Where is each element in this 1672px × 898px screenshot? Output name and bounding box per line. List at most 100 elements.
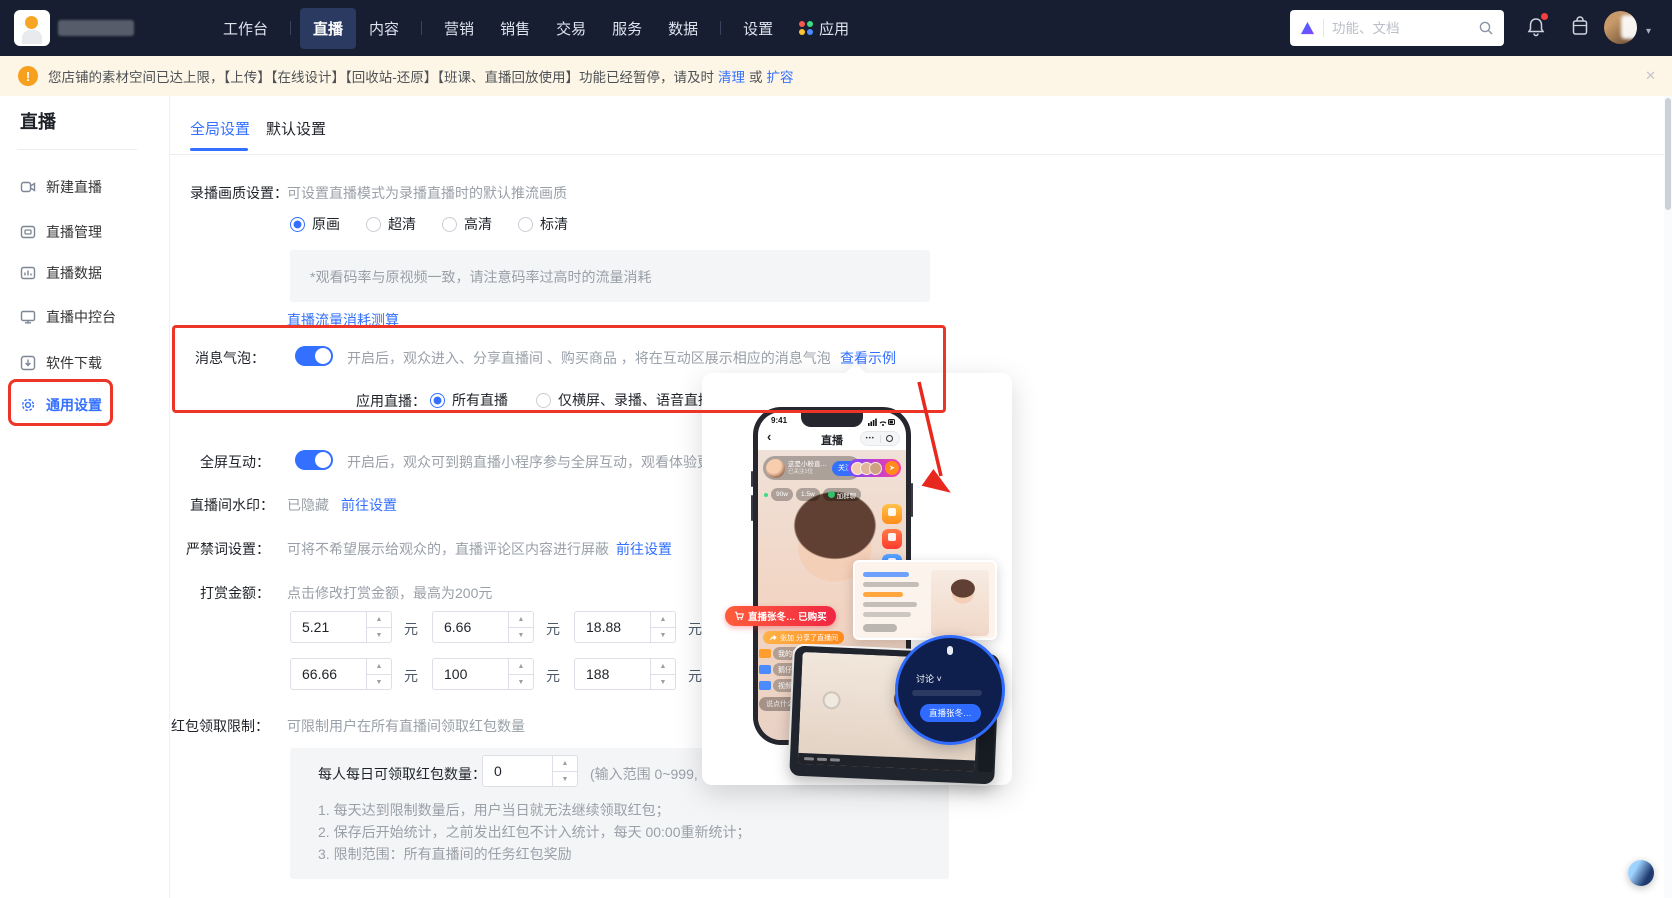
limit-value[interactable] bbox=[483, 756, 551, 786]
step-down-icon[interactable]: ▼ bbox=[367, 674, 391, 689]
scrollbar-track[interactable] bbox=[1664, 96, 1672, 898]
reward-value-1[interactable] bbox=[291, 612, 365, 642]
redpacket-icon[interactable] bbox=[882, 529, 902, 549]
step-down-icon[interactable]: ▼ bbox=[553, 771, 577, 786]
streamer-info-pill[interactable]: 这是小粉直… 已关注1位 关注 bbox=[763, 456, 861, 480]
watermark-label: 直播间水印： bbox=[190, 495, 274, 515]
radio-label: 标清 bbox=[540, 214, 568, 234]
nav-label: 交易 bbox=[556, 18, 586, 39]
reward-value-2[interactable] bbox=[433, 612, 507, 642]
nav-data[interactable]: 数据 bbox=[655, 8, 711, 49]
store-icon[interactable] bbox=[1570, 16, 1590, 43]
sidebar-item-software-download[interactable]: 软件下载 bbox=[20, 353, 102, 373]
tab-default-settings[interactable]: 默认设置 bbox=[266, 118, 326, 139]
step-down-icon[interactable]: ▼ bbox=[509, 627, 533, 642]
radio-sd[interactable]: 标清 bbox=[518, 214, 568, 234]
reward-input-3[interactable]: ▲▼ bbox=[574, 611, 676, 643]
more-dots-icon[interactable]: ••• bbox=[861, 436, 880, 442]
sidebar-item-live-manage[interactable]: 直播管理 bbox=[20, 222, 102, 242]
search-icon[interactable] bbox=[1478, 20, 1494, 36]
join-group-pill[interactable]: 加群聊 bbox=[823, 488, 862, 501]
watermark-go-settings-link[interactable]: 前往设置 bbox=[341, 495, 397, 515]
search-input[interactable] bbox=[1332, 21, 1470, 36]
nav-settings[interactable]: 设置 bbox=[730, 8, 786, 49]
notification-bell-icon[interactable] bbox=[1526, 16, 1546, 43]
reward-input-6[interactable]: ▲▼ bbox=[574, 658, 676, 690]
nav-content[interactable]: 内容 bbox=[356, 8, 412, 49]
radio-limited-live[interactable]: 仅横屏、录播、语音直播 bbox=[536, 390, 712, 410]
reward-input-5[interactable]: ▲▼ bbox=[432, 658, 534, 690]
avatar-blur bbox=[1621, 15, 1637, 39]
step-down-icon[interactable]: ▼ bbox=[509, 674, 533, 689]
close-circle-icon[interactable] bbox=[881, 435, 900, 442]
step-up-icon[interactable]: ▲ bbox=[367, 612, 391, 627]
radio-original[interactable]: 原画 bbox=[290, 214, 340, 234]
nav-live[interactable]: 直播 bbox=[300, 8, 356, 49]
traffic-calc-link[interactable]: 直播流量消耗测算 bbox=[287, 310, 399, 330]
quality-note-box: *观看码率与原视频一致，请注意码率过高时的流量消耗 bbox=[290, 250, 930, 302]
bubble-label: 消息气泡： bbox=[195, 348, 265, 368]
nav-workbench[interactable]: 工作台 bbox=[210, 8, 281, 49]
step-down-icon[interactable]: ▼ bbox=[651, 627, 675, 642]
nav-service[interactable]: 服务 bbox=[599, 8, 655, 49]
quality-radio-group: 原画 超清 高清 标清 bbox=[290, 214, 568, 234]
step-down-icon[interactable]: ▼ bbox=[651, 674, 675, 689]
sidebar-item-new-live[interactable]: 新建直播 bbox=[20, 177, 102, 197]
clean-link[interactable]: 清理 bbox=[718, 66, 745, 86]
avatar-caret-icon[interactable]: ▾ bbox=[1646, 26, 1651, 37]
global-search-box[interactable] bbox=[1290, 10, 1504, 46]
user-avatar[interactable] bbox=[1604, 11, 1637, 44]
step-up-icon[interactable]: ▲ bbox=[553, 756, 577, 771]
radio-all-live[interactable]: 所有直播 bbox=[430, 390, 508, 410]
scrollbar-thumb[interactable] bbox=[1665, 98, 1671, 210]
bar-chart-icon bbox=[20, 265, 36, 281]
banned-go-settings-link[interactable]: 前往设置 bbox=[616, 539, 672, 559]
fullscreen-label: 全屏互动： bbox=[200, 452, 270, 472]
reward-input-2[interactable]: ▲▼ bbox=[432, 611, 534, 643]
banner-close-icon[interactable]: ✕ bbox=[1645, 68, 1656, 84]
sidebar-item-live-console[interactable]: 直播中控台 bbox=[20, 307, 116, 327]
badge-icon bbox=[759, 665, 771, 674]
sidebar-divider bbox=[17, 149, 137, 150]
banned-words-desc: 可将不希望展示给观众的，直播评论区内容进行屏蔽 bbox=[287, 539, 609, 559]
phone-capsule-buttons[interactable]: ••• bbox=[860, 431, 900, 446]
nav-apps[interactable]: 应用 bbox=[786, 8, 862, 49]
viewers-pill[interactable]: ➤ bbox=[848, 459, 901, 477]
radio-ultra[interactable]: 超清 bbox=[366, 214, 416, 234]
nav-sales[interactable]: 销售 bbox=[487, 8, 543, 49]
brand-logo[interactable] bbox=[14, 10, 134, 46]
reward-input-1[interactable]: ▲▼ bbox=[290, 611, 392, 643]
reward-value-3[interactable] bbox=[575, 612, 649, 642]
fullscreen-toggle[interactable] bbox=[295, 450, 333, 470]
limit-input[interactable]: ▲▼ bbox=[482, 755, 578, 787]
gift-icon[interactable] bbox=[882, 504, 902, 524]
step-up-icon[interactable]: ▲ bbox=[509, 659, 533, 674]
nav-marketing[interactable]: 营销 bbox=[431, 8, 487, 49]
reward-input-4[interactable]: ▲▼ bbox=[290, 658, 392, 690]
sidebar-item-general-settings[interactable]: 通用设置 bbox=[20, 395, 102, 415]
step-down-icon[interactable]: ▼ bbox=[367, 627, 391, 642]
reward-value-6[interactable] bbox=[575, 659, 649, 689]
step-up-icon[interactable]: ▲ bbox=[509, 612, 533, 627]
viewer-more-icon[interactable]: ➤ bbox=[885, 461, 899, 475]
nav-trade[interactable]: 交易 bbox=[543, 8, 599, 49]
tab-active-underline bbox=[190, 148, 248, 151]
sidebar-item-live-data[interactable]: 直播数据 bbox=[20, 263, 102, 283]
view-example-link[interactable]: 查看示例 bbox=[840, 348, 896, 368]
reward-value-5[interactable] bbox=[433, 659, 507, 689]
unit-yuan: 元 bbox=[546, 666, 560, 686]
radio-hd[interactable]: 高清 bbox=[442, 214, 492, 234]
expand-link[interactable]: 扩容 bbox=[767, 66, 794, 86]
step-up-icon[interactable]: ▲ bbox=[367, 659, 391, 674]
redpacket-desc: 可限制用户在所有直播间领取红包数量 bbox=[287, 716, 525, 736]
unit-yuan: 元 bbox=[688, 666, 702, 686]
reward-value-4[interactable] bbox=[291, 659, 365, 689]
step-up-icon[interactable]: ▲ bbox=[651, 612, 675, 627]
badge-icon bbox=[759, 649, 771, 658]
radio-on-icon bbox=[290, 217, 305, 232]
warning-text: 您店铺的素材空间已达上限，【上传】【在线设计】【回收站-还原】【班课、直播回放使… bbox=[48, 66, 714, 86]
tab-global-settings[interactable]: 全局设置 bbox=[190, 118, 250, 139]
bubble-toggle[interactable] bbox=[295, 346, 333, 366]
floating-assistant-button[interactable] bbox=[1628, 860, 1654, 886]
step-up-icon[interactable]: ▲ bbox=[651, 659, 675, 674]
